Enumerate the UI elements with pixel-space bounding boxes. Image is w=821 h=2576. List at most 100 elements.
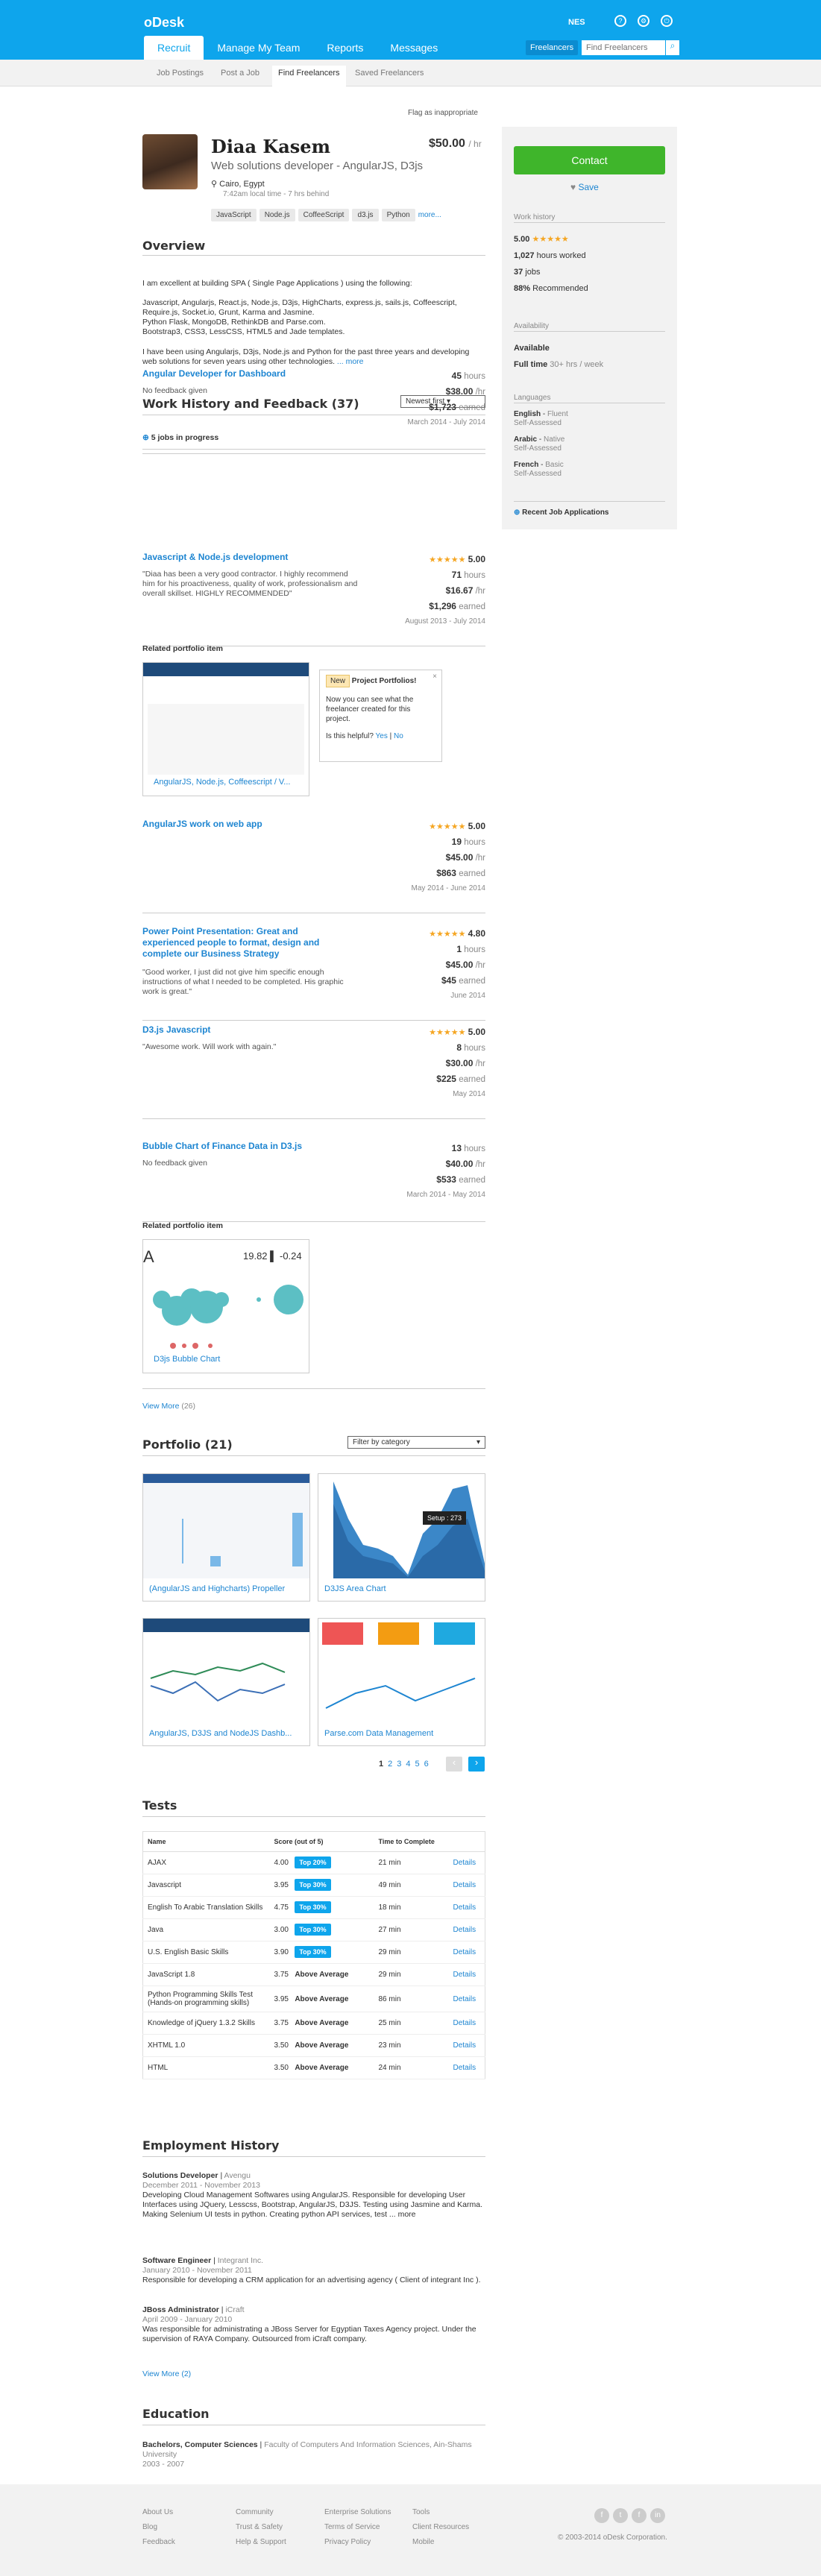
nav-recruit[interactable]: Recruit [144,36,204,60]
popup-yes[interactable]: Yes [376,732,388,740]
flag-inappropriate-link[interactable]: Flag as inappropriate [408,109,478,117]
portfolio-card[interactable]: (AngularJS and Highcharts) Propeller [142,1473,310,1602]
footer-link[interactable]: Mobile [412,2535,469,2550]
view-more-jobs[interactable]: View More (26) [142,1402,292,1411]
page-link[interactable]: 3 [397,1760,401,1769]
save-button[interactable]: ♥ Save [570,182,599,192]
job-feedback: No feedback given [142,386,207,395]
subnav-job-postings[interactable]: Job Postings [157,69,204,78]
test-name: AJAX [142,1851,270,1874]
nav-manage-my-team[interactable]: Manage My Team [204,36,313,60]
related-portfolio-card[interactable]: AngularJS, Node.js, Coffeescript / V... [142,662,309,796]
subnav-find-freelancers[interactable]: Find Freelancers [272,66,346,86]
job-title[interactable]: Bubble Chart of Finance Data in D3.js [142,1141,336,1152]
nav-messages[interactable]: Messages [377,36,451,60]
linkedin-icon[interactable]: in [650,2508,665,2523]
test-name: JavaScript 1.8 [142,1963,270,1986]
test-details-link[interactable]: Details [453,1995,476,2003]
footer-link[interactable]: Feedback [142,2535,175,2550]
job-title[interactable]: Angular Developer for Dashboard [142,368,336,380]
location: ⚲ Cairo, Egypt [211,180,265,189]
footer-link[interactable]: Privacy Policy [324,2535,399,2550]
next-page-button[interactable]: › [468,1757,485,1772]
search-scope-dropdown[interactable]: Freelancers [526,40,579,55]
search-icon[interactable]: ⌕ [666,40,679,55]
odesk-logo[interactable]: oDesk [144,15,184,31]
job-title[interactable]: AngularJS work on web app [142,819,336,830]
subnav-post-job[interactable]: Post a Job [221,69,259,78]
footer-link[interactable]: Help & Support [236,2535,286,2550]
portfolio-card[interactable]: AngularJS, D3JS and NodeJS Dashb... [142,1618,310,1746]
gear-icon[interactable]: ⚙ [638,15,649,27]
profile-sidebar: Contact ♥ Save Work history 5.00 ★★★★★ 1… [502,127,677,529]
portfolio-popup: New Project Portfolios! Now you can see … [319,670,442,762]
portfolio-card[interactable]: Setup : 273 D3JS Area Chart [318,1473,485,1602]
job-title[interactable]: Power Point Presentation: Great and expe… [142,926,336,960]
footer-link[interactable]: Enterprise Solutions [324,2505,399,2520]
user-menu[interactable]: NES [568,18,585,27]
job-feedback: No feedback given [142,1159,207,1168]
power-icon[interactable]: ⏻ [661,15,673,27]
facebook-icon[interactable]: f [632,2508,647,2523]
related-portfolio-card[interactable]: A 19.82 ▌ -0.24 D3js Bubble Chart [142,1239,309,1373]
overview-more-link[interactable]: ... more [337,357,364,366]
footer-link[interactable]: About Us [142,2505,175,2520]
jobs-in-progress[interactable]: ⊕ 5 jobs in progress [142,433,485,443]
test-details-link[interactable]: Details [453,2019,476,2027]
footer-col-2: Community Trust & Safety Help & Support [236,2505,286,2550]
category-filter-dropdown[interactable]: Filter by category ▾ [347,1436,485,1449]
popup-no[interactable]: No [394,732,403,740]
test-details-link[interactable]: Details [453,1859,476,1867]
skill-tag[interactable]: d3.js [352,209,379,221]
portfolio-title[interactable]: D3JS Area Chart [324,1584,386,1593]
portfolio-thumbnail [143,1474,309,1578]
job-stats: ★★★★★ 5.00 8 hours $30.00 /hr $225 earne… [429,1027,485,1098]
skill-tag[interactable]: JavaScript [211,209,257,221]
portfolio-title[interactable]: AngularJS, D3JS and NodeJS Dashb... [149,1729,292,1738]
page-link[interactable]: 5 [415,1760,420,1769]
portfolio-card[interactable]: Parse.com Data Management [318,1618,485,1746]
page-link[interactable]: 6 [424,1760,429,1769]
job-title[interactable]: Javascript & Node.js development [142,552,336,563]
nav-reports[interactable]: Reports [313,36,377,60]
test-details-link[interactable]: Details [453,1971,476,1979]
footer-link[interactable]: Client Resources [412,2520,469,2535]
facebook-icon[interactable]: f [594,2508,609,2523]
footer-link[interactable]: Blog [142,2520,175,2535]
test-details-link[interactable]: Details [453,1881,476,1889]
portfolio-heading: Portfolio (21) [142,1437,233,1452]
recent-job-applications[interactable]: ⊕ Recent Job Applications [514,508,609,517]
footer-link[interactable]: Tools [412,2505,469,2520]
help-icon[interactable]: ? [614,15,626,27]
test-details-link[interactable]: Details [453,2041,476,2050]
divider [142,1816,485,1817]
job-title[interactable]: D3.js Javascript [142,1024,336,1036]
test-name: U.S. English Basic Skills [142,1941,270,1964]
footer-link[interactable]: Trust & Safety [236,2520,286,2535]
page-link[interactable]: 2 [388,1760,392,1769]
portfolio-title[interactable]: Parse.com Data Management [324,1729,433,1738]
test-details-link[interactable]: Details [453,1903,476,1912]
search-input[interactable] [582,40,665,55]
close-icon[interactable]: × [432,672,437,681]
contact-button[interactable]: Contact [514,146,665,174]
footer-link[interactable]: Community [236,2505,286,2520]
test-details-link[interactable]: Details [453,2064,476,2072]
related-portfolio-title[interactable]: D3js Bubble Chart [154,1355,220,1364]
skill-tag[interactable]: Node.js [259,209,295,221]
skills-more-link[interactable]: more... [418,209,441,221]
footer-link[interactable]: Terms of Service [324,2520,399,2535]
page-link[interactable]: 4 [406,1760,410,1769]
skill-tag[interactable]: Python [381,209,415,221]
skill-tag[interactable]: CoffeeScript [298,209,350,221]
test-details-link[interactable]: Details [453,1948,476,1956]
portfolio-title[interactable]: (AngularJS and Highcharts) Propeller [149,1584,285,1593]
prev-page-button[interactable]: ‹ [446,1757,462,1772]
subnav-saved-freelancers[interactable]: Saved Freelancers [355,69,424,78]
twitter-icon[interactable]: t [613,2508,628,2523]
test-details-link[interactable]: Details [453,1926,476,1934]
page-link[interactable]: 1 [379,1760,383,1769]
test-time: 29 min [374,1963,449,1986]
related-portfolio-title[interactable]: AngularJS, Node.js, Coffeescript / V... [154,778,290,787]
view-more-employment[interactable]: View More (2) [142,2369,292,2379]
